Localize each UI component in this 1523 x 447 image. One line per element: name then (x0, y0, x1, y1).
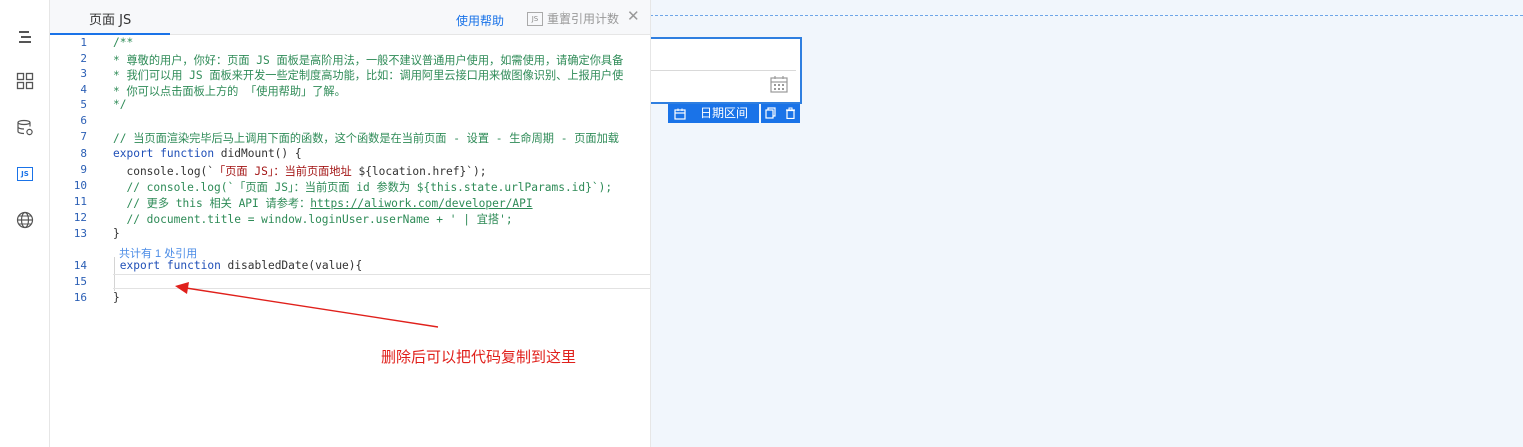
line-number: 2 (80, 52, 87, 65)
code-line: // 更多 this 相关 API 请参考：https://aliwork.co… (113, 195, 532, 211)
panel-header: 页面 JS 使用帮助 JS 重置引用计数 ✕ (50, 0, 650, 35)
line-number: 10 (73, 179, 87, 192)
line-number: 4 (80, 83, 87, 96)
datasource-icon[interactable] (15, 118, 35, 138)
code-text: ${location.href}`); (351, 165, 487, 178)
outline-icon[interactable] (15, 27, 35, 47)
line-number: 6 (80, 114, 87, 127)
code-line: * 我们可以用 JS 面板来开发一些定制度高功能，比如：调用阿里云接口用来做图像… (113, 69, 624, 82)
date-range-icon (674, 108, 686, 120)
reset-label: 重置引用计数 (547, 12, 620, 26)
help-link[interactable]: 使用帮助 (456, 12, 504, 29)
code-text: console.log(` (113, 165, 215, 178)
code-line: // document.title = window.loginUser.use… (113, 213, 513, 226)
annotation-text: 删除后可以把代码复制到这里 (381, 348, 577, 366)
globe-icon[interactable] (15, 210, 35, 230)
left-toolbar: JS (0, 0, 50, 447)
code-text: disabledDate(value){ (220, 259, 363, 272)
delete-icon[interactable] (785, 104, 796, 123)
line-number: 16 (73, 291, 87, 304)
code-line: * 你可以点击面板上方的 「使用帮助」了解。 (113, 85, 346, 98)
line-number: 14 (73, 259, 87, 272)
code-line: */ (113, 98, 127, 111)
line-number: 3 (80, 67, 87, 80)
keyword: function (160, 147, 215, 160)
code-line: // console.log(`「页面 JS」：当前页面 id 参数为 ${th… (113, 181, 613, 194)
component-name-tag[interactable]: 日期区间 (668, 104, 759, 123)
js-icon[interactable]: JS (15, 164, 35, 184)
code-line: /** (113, 36, 134, 49)
line-number: 5 (80, 98, 87, 111)
calendar-icon[interactable] (770, 75, 788, 93)
current-line-highlight (113, 274, 650, 289)
keyword: export (119, 259, 161, 272)
code-line: console.log(`「页面 JS」：当前页面地址 ${location.h… (113, 163, 486, 179)
string-literal: 「页面 JS」：当前页面地址 (214, 165, 352, 178)
line-number: 1 (80, 36, 87, 49)
line-number: 8 (80, 147, 87, 160)
component-actions (761, 104, 800, 123)
page-js-panel: 页面 JS 使用帮助 JS 重置引用计数 ✕ 1 2 3 4 5 6 7 8 9… (50, 0, 651, 447)
canvas-selection-guide (650, 15, 1523, 16)
code-text: didMount() { (214, 147, 302, 160)
api-doc-link[interactable]: https://aliwork.com/developer/API (310, 197, 532, 210)
close-icon[interactable]: ✕ (627, 8, 640, 24)
code-line: export function disabledDate(value){ (113, 259, 363, 272)
js-file-icon: JS (527, 11, 543, 26)
code-line: export function didMount() { (113, 147, 302, 160)
reset-reference-count-button[interactable]: JS 重置引用计数 (527, 10, 619, 27)
line-number: 13 (73, 227, 87, 240)
line-number: 7 (80, 130, 87, 143)
keyword: export (113, 147, 154, 160)
component-name-label: 日期区间 (700, 106, 749, 120)
copy-icon[interactable] (765, 104, 776, 123)
components-icon[interactable] (15, 71, 35, 91)
code-line: // 当页面渲染完毕后马上调用下面的函数，这个函数是在当前页面 - 设置 - 生… (113, 132, 619, 145)
code-editor[interactable]: 1 2 3 4 5 6 7 8 9 10 11 12 13 14 15 16 /… (50, 35, 650, 447)
page-js-tab[interactable]: 页面 JS (89, 9, 131, 28)
code-line: * 尊敬的用户，你好：页面 JS 面板是高阶用法，一般不建议普通用户使用，如需使… (113, 54, 624, 67)
line-number: 9 (80, 163, 87, 176)
keyword: function (166, 259, 221, 272)
line-number: 11 (73, 195, 87, 208)
code-text: // 更多 this 相关 API 请参考： (113, 197, 311, 210)
line-number: 12 (73, 211, 87, 224)
code-line: } (113, 291, 120, 304)
line-number: 15 (73, 275, 87, 288)
code-line: } (113, 227, 120, 240)
